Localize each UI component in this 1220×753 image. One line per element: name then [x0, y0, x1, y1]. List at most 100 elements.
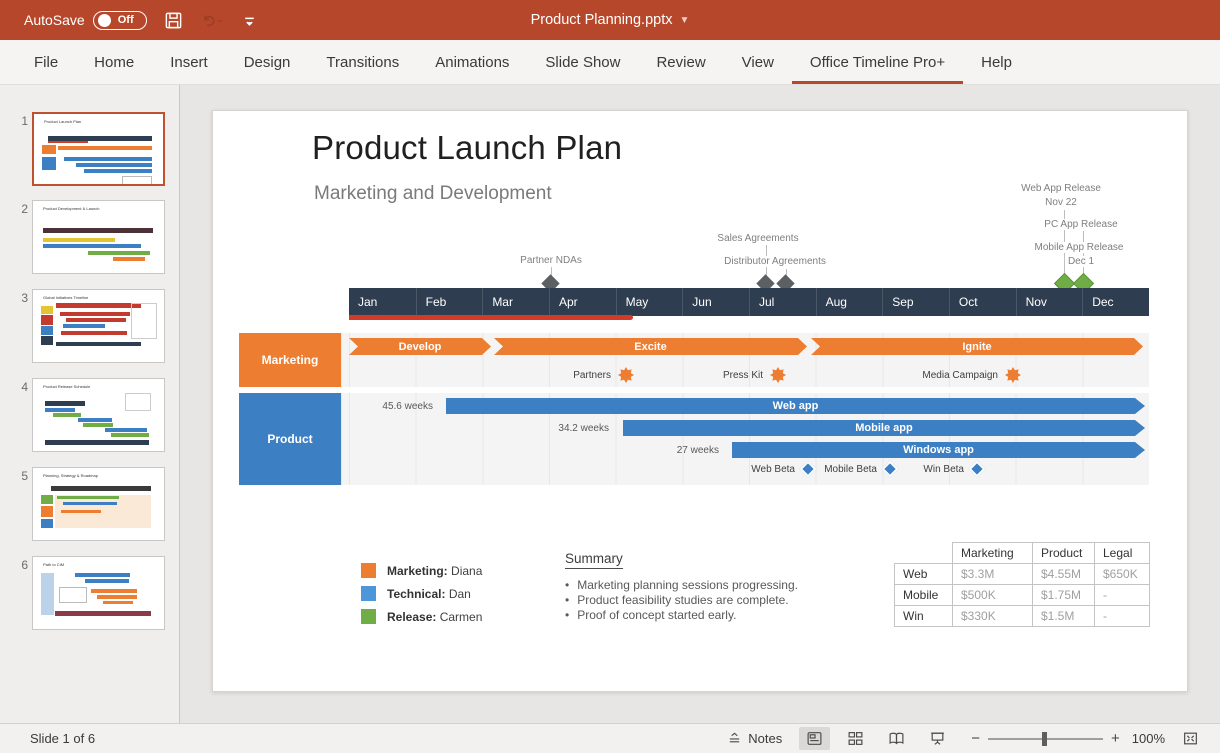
tab-transitions[interactable]: Transitions: [308, 40, 417, 84]
slide-thumbnail-4[interactable]: Product Release Schedule: [32, 378, 165, 452]
slide-title[interactable]: Product Launch Plan: [312, 129, 622, 167]
thumb-art-shape: [91, 589, 137, 593]
title-dropdown-icon[interactable]: ▼: [679, 15, 689, 26]
milestone-label-pc-app-release[interactable]: PC App Release: [1041, 219, 1120, 230]
milestone-label-distributor-agreements[interactable]: Distributor Agreements: [721, 256, 829, 267]
legend-name: Dan: [449, 587, 471, 601]
milestone-label-sales-agreements[interactable]: Sales Agreements: [714, 233, 801, 244]
slide-sorter-icon: [847, 730, 864, 747]
beta-milestone-mobile[interactable]: Mobile Beta: [824, 463, 896, 475]
slide-thumbnail-5[interactable]: Planning, Strategy & Roadmap: [32, 467, 165, 541]
legend-technical[interactable]: Technical: Dan: [361, 586, 471, 601]
phase-develop[interactable]: Develop: [349, 338, 491, 355]
fit-slide-button[interactable]: [1175, 727, 1206, 750]
slide-thumbnail-6[interactable]: Path to CIM: [32, 556, 165, 630]
marketing-milestone-media-campaign[interactable]: Media Campaign: [922, 367, 1021, 383]
zoom-out-button[interactable]: −: [971, 730, 980, 747]
beta-milestone-win[interactable]: Win Beta: [923, 463, 983, 475]
bar-mobile-app[interactable]: Mobile app: [623, 420, 1145, 436]
milestone-label-partner-ndas[interactable]: Partner NDAs: [517, 255, 585, 266]
phase-ignite[interactable]: Ignite: [811, 338, 1143, 355]
legend-marketing[interactable]: Marketing: Diana: [361, 563, 482, 578]
tab-home[interactable]: Home: [76, 40, 152, 84]
thumb-art-shape: [59, 587, 87, 603]
thumb-title: Product Development & Launch: [43, 206, 99, 211]
thumb-art-shape: [43, 228, 153, 233]
duration-windows-app: 27 weeks: [677, 445, 719, 456]
phase-excite[interactable]: Excite: [494, 338, 807, 355]
timeline-month-band[interactable]: Jan Feb Mar Apr May Jun Jul Aug Sep Oct …: [349, 288, 1149, 316]
table-cell: $330K: [953, 606, 1033, 627]
diamond-icon: [969, 461, 986, 478]
bar-web-app[interactable]: Web app: [446, 398, 1145, 414]
reading-view-button[interactable]: [881, 727, 912, 750]
slide-number: 5: [14, 469, 28, 483]
table-cell: $1.5M: [1033, 606, 1095, 627]
milestone-text: Media Campaign: [922, 370, 998, 381]
tab-animations[interactable]: Animations: [417, 40, 527, 84]
beta-milestone-web[interactable]: Web Beta: [751, 463, 814, 475]
summary-title[interactable]: Summary: [565, 551, 623, 569]
tab-office-timeline-pro[interactable]: Office Timeline Pro+: [792, 40, 963, 84]
thumb-art-shape: [56, 342, 141, 346]
title-bar: AutoSave Off: [0, 0, 1220, 40]
document-title-area[interactable]: Product Planning.pptx ▼: [0, 0, 1220, 40]
zoom-level[interactable]: 100%: [1132, 731, 1165, 746]
month-label: Dec: [1082, 288, 1149, 316]
zoom-slider[interactable]: [988, 738, 1103, 740]
tab-help[interactable]: Help: [963, 40, 1030, 84]
notes-button[interactable]: Notes: [720, 728, 789, 749]
tab-review[interactable]: Review: [638, 40, 723, 84]
legend-name: Diana: [451, 564, 482, 578]
tab-view[interactable]: View: [724, 40, 792, 84]
fit-slide-icon: [1182, 730, 1199, 747]
zoom-slider-thumb[interactable]: [1042, 732, 1047, 746]
marketing-lane-label[interactable]: Marketing: [239, 333, 341, 387]
milestone-text: Mobile Beta: [824, 464, 877, 475]
burst-icon: [770, 367, 786, 383]
summary-bullet-2: •Product feasibility studies are complet…: [565, 593, 789, 607]
table-cell: -: [1095, 585, 1150, 606]
milestone-text: Press Kit: [723, 370, 763, 381]
month-label: Feb: [416, 288, 483, 316]
slide-number: 1: [14, 114, 28, 128]
marketing-milestone-press-kit[interactable]: Press Kit: [723, 367, 786, 383]
milestone-label-web-app-release[interactable]: Web App Release: [1018, 183, 1104, 194]
slide-thumbnail-1[interactable]: Product Launch Plan: [32, 112, 165, 186]
tab-slide-show[interactable]: Slide Show: [527, 40, 638, 84]
product-lane-label[interactable]: Product: [239, 393, 341, 485]
bar-windows-app[interactable]: Windows app: [732, 442, 1145, 458]
thumb-title: Planning, Strategy & Roadmap: [43, 473, 98, 478]
slide-thumbnail-2[interactable]: Product Development & Launch: [32, 200, 165, 274]
thumb-art-shape: [78, 418, 112, 422]
slide-subtitle[interactable]: Marketing and Development: [314, 183, 552, 205]
slide-thumbnail-3[interactable]: Global Initiatives Timeline: [32, 289, 165, 363]
table-row: Win $330K $1.5M -: [895, 606, 1150, 627]
milestone-label-mobile-app-release[interactable]: Mobile App Release: [1032, 242, 1127, 253]
thumb-art-shape: [97, 595, 137, 599]
table-rowhead-mobile: Mobile: [895, 585, 953, 606]
tab-file[interactable]: File: [16, 40, 76, 84]
diamond-icon: [800, 461, 817, 478]
slide-canvas[interactable]: Product Launch Plan Marketing and Develo…: [212, 110, 1188, 692]
slide-sorter-button[interactable]: [840, 727, 871, 750]
table-cell: -: [1095, 606, 1150, 627]
milestone-date-web-app[interactable]: Nov 22: [1042, 197, 1080, 208]
thumb-art-shape: [85, 579, 129, 583]
tab-insert[interactable]: Insert: [152, 40, 226, 84]
cost-table[interactable]: Marketing Product Legal Web $3.3M $4.55M…: [894, 542, 1150, 627]
slide-show-button[interactable]: [922, 727, 953, 750]
document-title[interactable]: Product Planning.pptx: [531, 12, 673, 28]
status-bar: Slide 1 of 6 Notes: [0, 723, 1220, 753]
zoom-in-button[interactable]: +: [1111, 730, 1120, 747]
thumb-art-shape: [53, 413, 81, 417]
thumb-art-shape: [122, 176, 152, 185]
month-label: Oct: [949, 288, 1016, 316]
marketing-milestone-partners[interactable]: Partners: [573, 367, 634, 383]
normal-view-button[interactable]: [799, 727, 830, 750]
milestone-date-mobile-app[interactable]: Dec 1: [1065, 256, 1097, 267]
table-cell: $650K: [1095, 564, 1150, 585]
thumb-art-shape: [63, 502, 117, 505]
tab-design[interactable]: Design: [226, 40, 309, 84]
legend-release[interactable]: Release: Carmen: [361, 609, 482, 624]
